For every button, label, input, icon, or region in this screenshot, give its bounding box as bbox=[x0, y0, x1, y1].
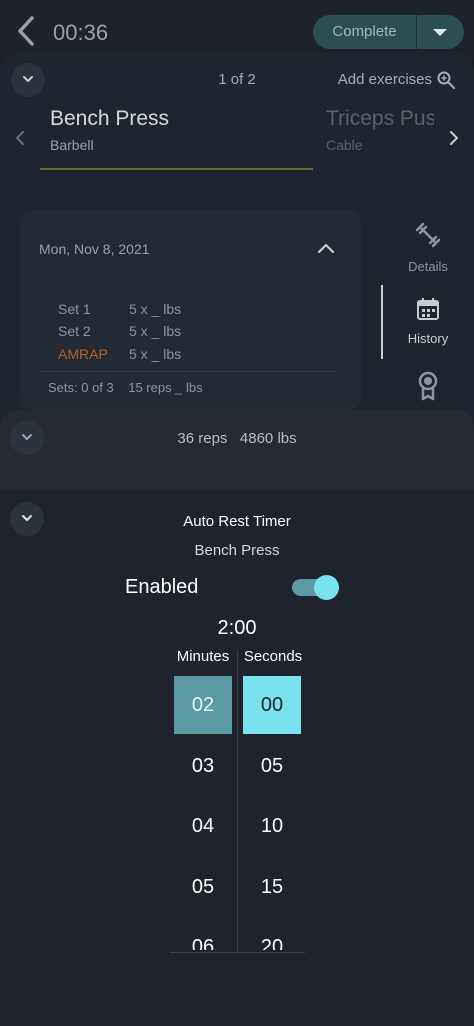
divider bbox=[39, 371, 337, 372]
workout-timer: 00:36 bbox=[53, 20, 109, 45]
add-exercises-link[interactable]: Add exercises bbox=[338, 71, 432, 88]
dumbbell-icon bbox=[415, 222, 441, 248]
active-exercise-indicator bbox=[40, 168, 313, 170]
minutes-option[interactable]: 06 bbox=[174, 918, 232, 950]
next-exercise-equipment: Cable bbox=[326, 137, 363, 153]
tab-records[interactable] bbox=[390, 370, 466, 407]
next-exercise-arrow-icon[interactable] bbox=[446, 128, 462, 148]
tab-details-label: Details bbox=[408, 259, 448, 274]
history-date: Mon, Nov 8, 2021 bbox=[39, 241, 150, 257]
award-ribbon-icon bbox=[418, 371, 438, 401]
chevron-up-icon[interactable] bbox=[316, 240, 336, 256]
rest-timer-title: Auto Rest Timer bbox=[183, 513, 291, 530]
minutes-option[interactable]: 04 bbox=[174, 797, 232, 855]
complete-dropdown-button[interactable] bbox=[417, 15, 464, 49]
caret-down-icon bbox=[433, 29, 447, 36]
set-label: Set 2 bbox=[58, 323, 91, 339]
seconds-option[interactable]: 15 bbox=[243, 858, 301, 916]
active-tab-indicator bbox=[381, 285, 383, 359]
workout-totals: 36 reps 4860 lbs bbox=[177, 430, 297, 447]
minutes-option[interactable]: 03 bbox=[174, 737, 232, 795]
seconds-option-selected[interactable]: 00 bbox=[243, 676, 301, 734]
current-exercise-equipment: Barbell bbox=[50, 137, 94, 153]
top-bar: 00:36 Complete bbox=[0, 0, 474, 60]
set-row: Set 2 5 x _ lbs bbox=[58, 323, 181, 339]
time-picker: 02 03 04 05 06 00 05 10 15 20 bbox=[160, 670, 320, 950]
enabled-toggle[interactable] bbox=[292, 575, 340, 600]
picker-bottom-line bbox=[170, 952, 305, 953]
tab-details[interactable]: Details bbox=[390, 220, 466, 274]
tab-history-label: History bbox=[407, 331, 449, 346]
search-icon[interactable] bbox=[436, 70, 456, 90]
set-value: 5 x _ lbs bbox=[129, 301, 182, 317]
calendar-icon bbox=[417, 298, 439, 320]
rest-timer-exercise: Bench Press bbox=[194, 542, 280, 559]
complete-split-button: Complete bbox=[313, 15, 464, 49]
set-row: Set 1 5 x _ lbs bbox=[58, 301, 181, 317]
complete-button[interactable]: Complete bbox=[313, 15, 416, 49]
next-exercise-name[interactable]: Triceps Push bbox=[326, 107, 434, 131]
seconds-option[interactable]: 05 bbox=[243, 737, 301, 795]
current-exercise-name[interactable]: Bench Press bbox=[50, 107, 169, 131]
history-summary: Sets: 0 of 3 15 reps _ lbs bbox=[48, 380, 203, 395]
previous-exercise-arrow-icon[interactable] bbox=[12, 128, 28, 148]
minutes-label: Minutes bbox=[176, 648, 230, 665]
enabled-label: Enabled bbox=[125, 576, 199, 598]
set-label: Set 1 bbox=[58, 301, 91, 317]
minutes-option[interactable]: 05 bbox=[174, 858, 232, 916]
set-label-amrap: AMRAP bbox=[58, 346, 108, 362]
minutes-option-selected[interactable]: 02 bbox=[174, 676, 232, 734]
rest-time-value: 2:00 bbox=[217, 617, 257, 639]
toggle-thumb bbox=[314, 575, 339, 600]
chevron-left-icon bbox=[18, 16, 34, 46]
seconds-option[interactable]: 20 bbox=[243, 918, 301, 950]
set-value: 5 x _ lbs bbox=[129, 346, 182, 362]
set-value: 5 x _ lbs bbox=[129, 323, 182, 339]
back-button[interactable] bbox=[12, 14, 42, 48]
seconds-option[interactable]: 10 bbox=[243, 797, 301, 855]
tab-history[interactable]: History bbox=[390, 296, 466, 346]
history-card: Mon, Nov 8, 2021 Set 1 5 x _ lbs Set 2 5 x… bbox=[20, 210, 361, 410]
set-row: AMRAP 5 x _ lbs bbox=[58, 346, 181, 362]
seconds-label: Seconds bbox=[243, 648, 303, 665]
